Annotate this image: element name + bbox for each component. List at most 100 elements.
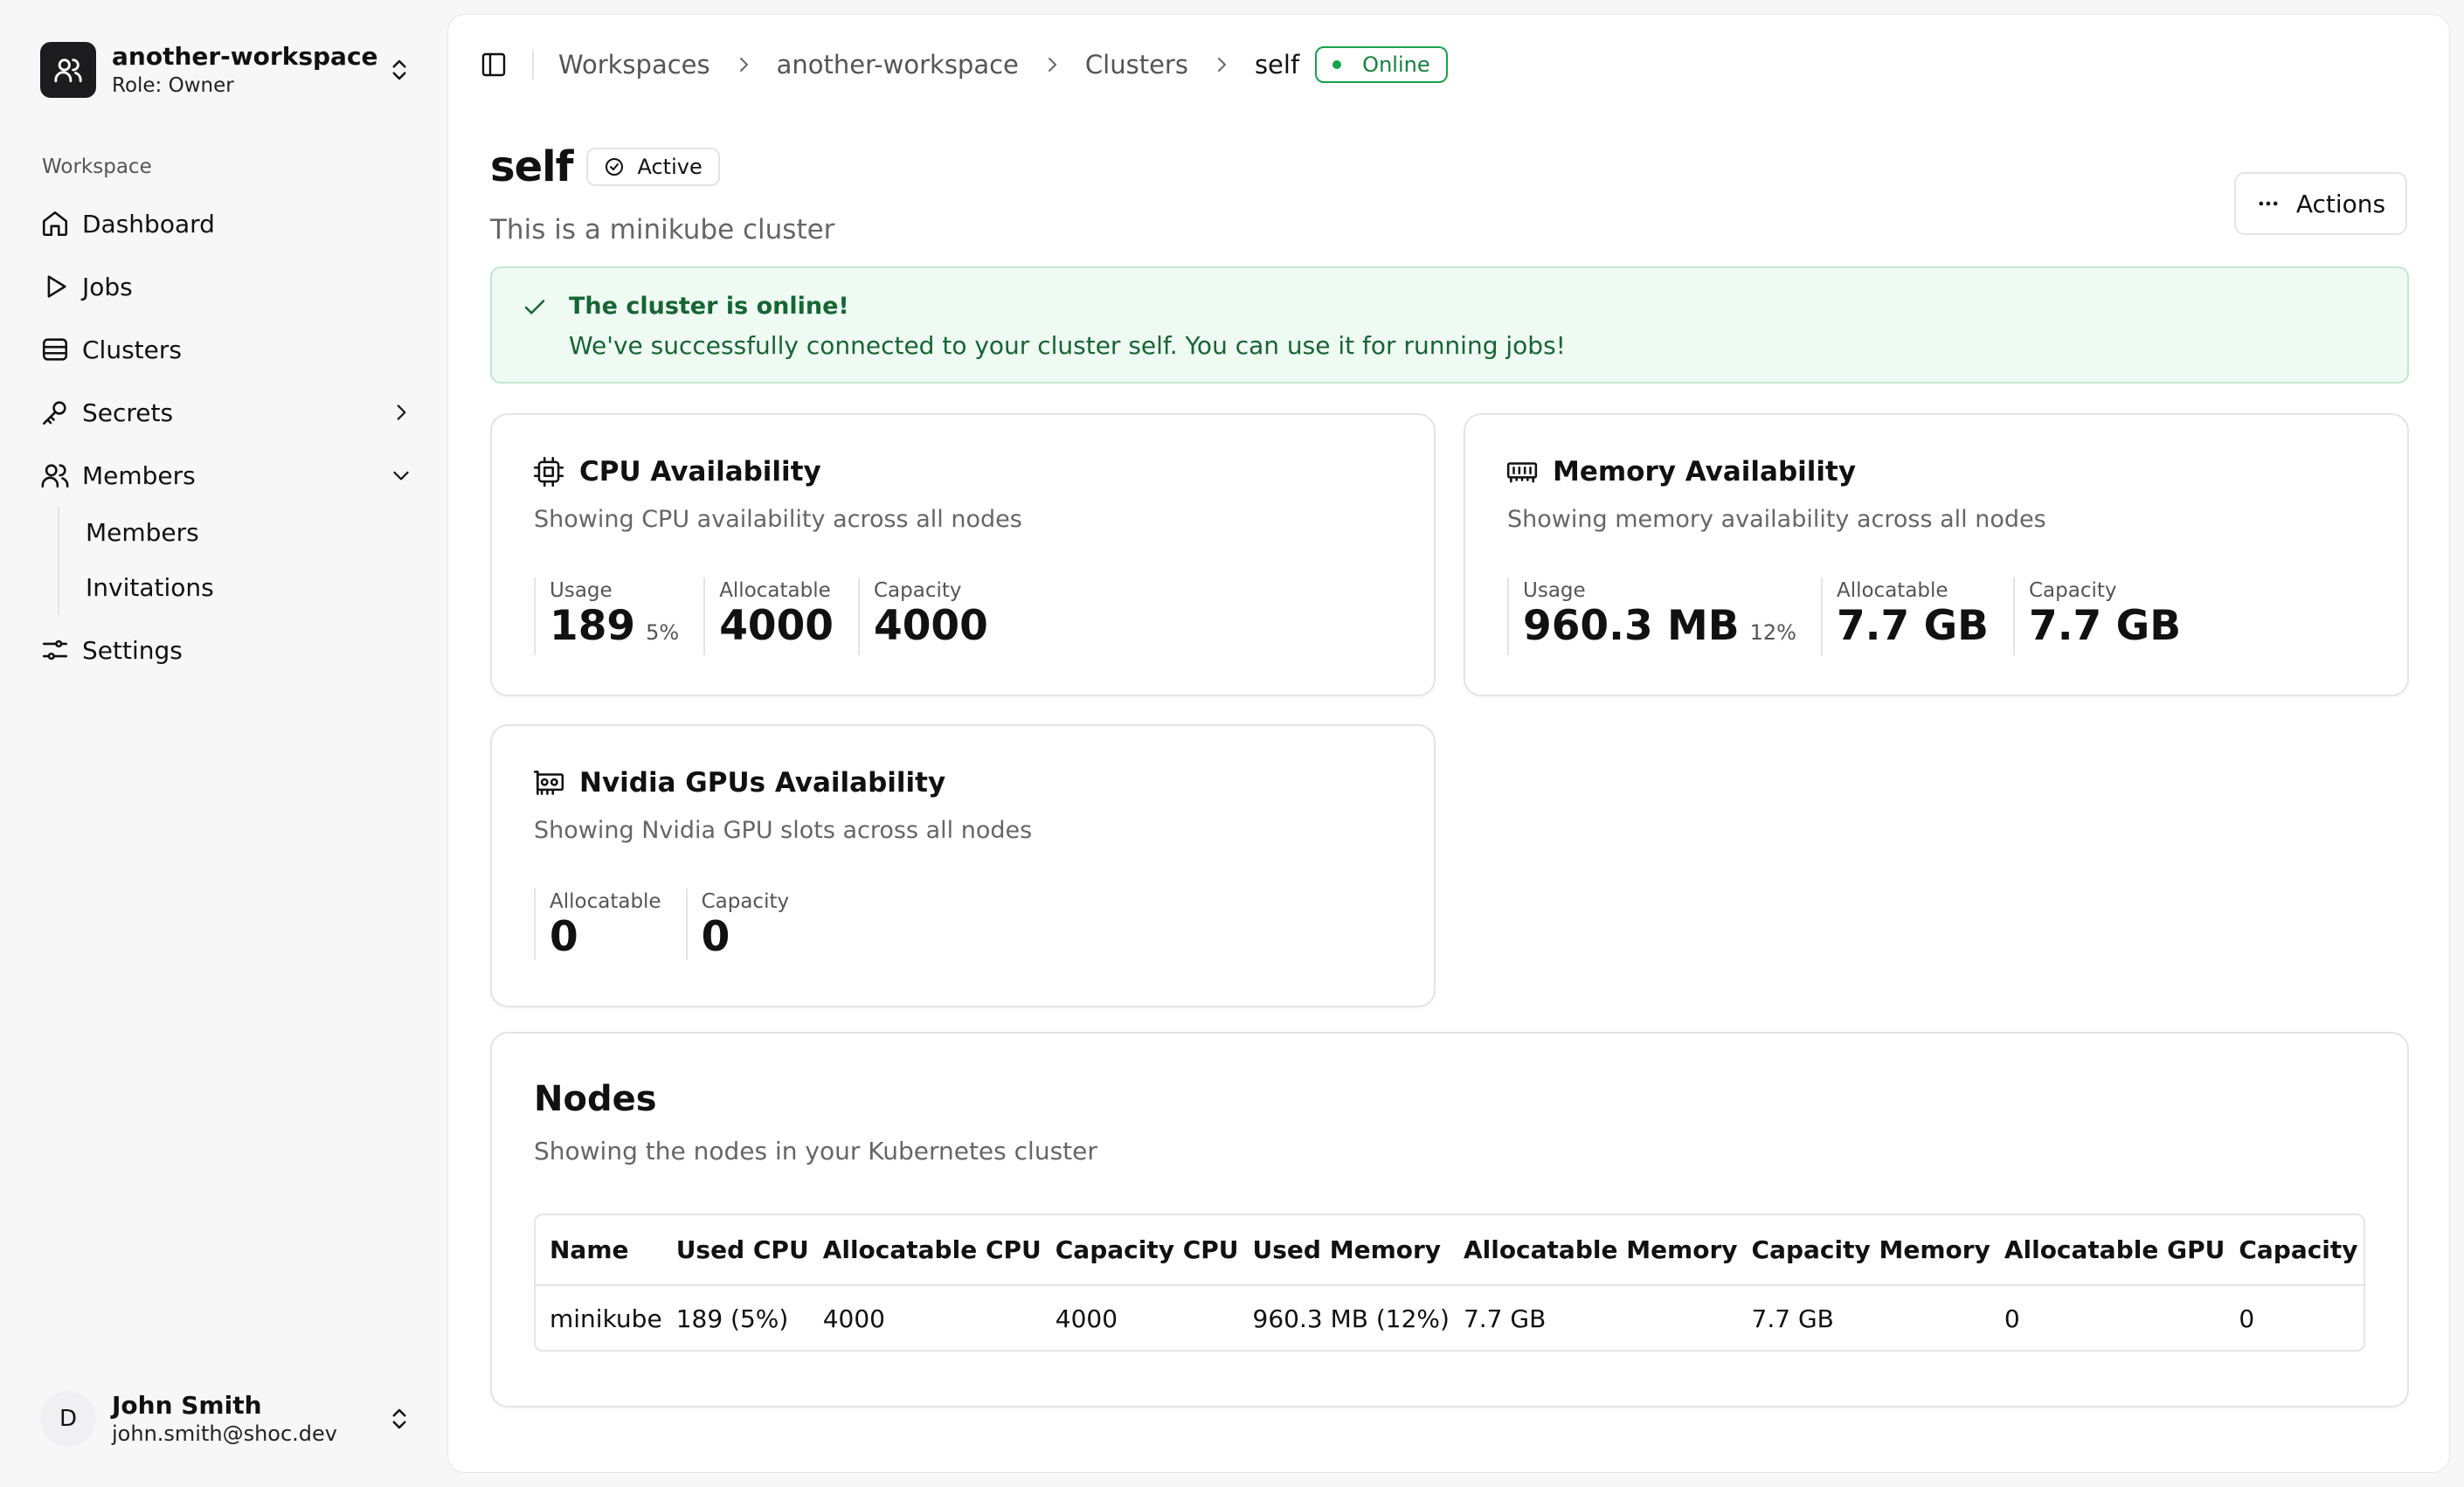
- column-header: Capacity CPU: [1041, 1215, 1239, 1286]
- chevrons-up-down-icon: [386, 57, 412, 83]
- check-icon: [522, 294, 548, 321]
- stat-label: Usage: [1523, 579, 1586, 602]
- sidebar-subitem-invitations[interactable]: Invitations: [86, 565, 214, 609]
- workspace-name: another-workspace: [112, 42, 378, 71]
- sidebar-item-jobs[interactable]: Jobs: [40, 262, 412, 311]
- chevron-right-icon: [710, 54, 777, 75]
- stat-label: Capacity: [2029, 579, 2117, 602]
- sidebar-item-members[interactable]: Members: [40, 451, 412, 500]
- stat-allocatable: Allocatable 7.7 GB: [1820, 578, 2013, 655]
- actions-button-label: Actions: [2295, 189, 2386, 218]
- breadcrumb-clusters[interactable]: Clusters: [1085, 50, 1188, 80]
- chevrons-up-down-icon: [386, 1406, 412, 1432]
- card-description: Showing Nvidia GPU slots across all node…: [534, 817, 1033, 844]
- sidebar-subitem-members[interactable]: Members: [86, 510, 199, 554]
- users-icon: [40, 460, 70, 490]
- table-cell: 189 (5%): [675, 1304, 789, 1333]
- cpu-icon: [532, 455, 579, 488]
- play-icon: [40, 272, 70, 301]
- sidebar-item-dashboard[interactable]: Dashboard: [40, 199, 412, 248]
- column-header: Capacity GPU: [2225, 1215, 2364, 1286]
- breadcrumb-current: self: [1254, 50, 1300, 80]
- gpu-card-icon: [532, 766, 579, 799]
- stat-value: 7.7 GB: [2029, 602, 2182, 650]
- user-email: john.smith@shoc.dev: [112, 1421, 337, 1446]
- memory-stick-icon: [1505, 455, 1553, 488]
- sidebar-item-clusters[interactable]: Clusters: [40, 325, 412, 374]
- stat-percent: 12%: [1749, 620, 1796, 645]
- breadcrumb-workspaces[interactable]: Workspaces: [558, 50, 710, 80]
- breadcrumb: Workspaces another-workspace Clusters se…: [558, 46, 1448, 83]
- page-title: self: [490, 142, 573, 191]
- stat-label: Capacity: [874, 579, 962, 602]
- ellipsis-icon: [2256, 191, 2296, 216]
- cpu-availability-card: CPU Availability Showing CPU availabilit…: [490, 413, 1436, 696]
- server-stack-icon: [40, 335, 70, 364]
- card-description: Showing memory availability across all n…: [1507, 506, 2046, 533]
- stat-label: Allocatable: [719, 579, 831, 602]
- status-badge-label: Online: [1362, 52, 1430, 77]
- stat-value: 960.3 MB: [1523, 602, 1740, 650]
- users-icon: [40, 42, 96, 98]
- stat-capacity: Capacity 4000: [858, 578, 1013, 655]
- table-cell: 4000: [822, 1304, 885, 1333]
- column-header: Allocatable Memory: [1449, 1215, 1738, 1286]
- sidebar-item-label: Dashboard: [82, 209, 215, 239]
- table-cell: 7.7 GB: [1751, 1304, 1834, 1333]
- sidebar: another-workspace Role: Owner Workspace …: [0, 0, 447, 1487]
- stat-value: 0: [550, 913, 578, 961]
- workspace-role: Role: Owner: [112, 74, 234, 97]
- user-menu[interactable]: D John Smith john.smith@shoc.dev: [40, 1387, 412, 1450]
- sidebar-item-label: Jobs: [82, 272, 133, 301]
- success-alert: The cluster is online! We've successfull…: [490, 266, 2409, 384]
- status-badge: Online: [1315, 46, 1448, 83]
- page-header: self Active: [490, 142, 720, 191]
- column-header: Allocatable GPU: [1990, 1215, 2225, 1286]
- active-badge: Active: [586, 148, 720, 186]
- stat-allocatable: Allocatable 0: [534, 889, 686, 960]
- active-badge-label: Active: [637, 155, 703, 179]
- top-bar: Workspaces another-workspace Clusters se…: [480, 43, 2402, 86]
- table-cell: 0: [2239, 1304, 2255, 1333]
- sidebar-item-label: Settings: [82, 635, 183, 665]
- divider: [532, 50, 534, 80]
- chevron-right-icon: [1019, 54, 1085, 75]
- stat-value: 0: [701, 913, 730, 961]
- key-icon: [40, 398, 70, 427]
- stat-percent: 5%: [646, 620, 680, 645]
- workspace-switcher[interactable]: another-workspace Role: Owner: [40, 38, 412, 101]
- stat-usage: Usage 189 5%: [534, 578, 703, 655]
- sidebar-item-label: Clusters: [82, 335, 182, 364]
- table-cell: 7.7 GB: [1463, 1304, 1547, 1333]
- table-cell: 0: [2004, 1304, 2020, 1333]
- card-title: Memory Availability: [1553, 456, 1857, 488]
- sidebar-item-secrets[interactable]: Secrets: [40, 388, 412, 437]
- stat-allocatable: Allocatable 4000: [703, 578, 858, 655]
- page-description: This is a minikube cluster: [490, 214, 835, 246]
- actions-button[interactable]: Actions: [2234, 172, 2407, 235]
- card-title: CPU Availability: [579, 456, 821, 488]
- avatar: D: [40, 1391, 96, 1447]
- check-circle-icon: [604, 156, 637, 177]
- card-description: Showing the nodes in your Kubernetes clu…: [534, 1137, 1097, 1165]
- stat-label: Capacity: [701, 890, 790, 913]
- status-dot-icon: [1332, 60, 1342, 69]
- home-icon: [40, 209, 70, 239]
- table-header-row: Name Used CPU Allocatable CPU Capacity C…: [536, 1215, 2364, 1286]
- stat-value: 4000: [719, 602, 834, 650]
- stat-value: 7.7 GB: [1836, 602, 1989, 650]
- table-row[interactable]: minikube 189 (5%) 4000 4000 960.3 MB (12…: [536, 1285, 2364, 1350]
- column-header: Capacity Memory: [1737, 1215, 1990, 1286]
- stat-label: Allocatable: [1836, 579, 1948, 602]
- chevron-right-icon: [1188, 54, 1255, 75]
- sidebar-item-label: Secrets: [82, 398, 174, 427]
- breadcrumb-workspace[interactable]: another-workspace: [777, 50, 1019, 80]
- sidebar-item-settings[interactable]: Settings: [40, 626, 412, 674]
- card-title: Nvidia GPUs Availability: [579, 767, 946, 799]
- sidebar-toggle-icon[interactable]: [480, 51, 508, 79]
- stat-usage: Usage 960.3 MB 12%: [1507, 578, 1821, 655]
- card-description: Showing CPU availability across all node…: [534, 506, 1022, 533]
- alert-body: We've successfully connected to your clu…: [569, 331, 1566, 360]
- stat-label: Allocatable: [550, 890, 661, 913]
- main-panel: Workspaces another-workspace Clusters se…: [447, 14, 2450, 1473]
